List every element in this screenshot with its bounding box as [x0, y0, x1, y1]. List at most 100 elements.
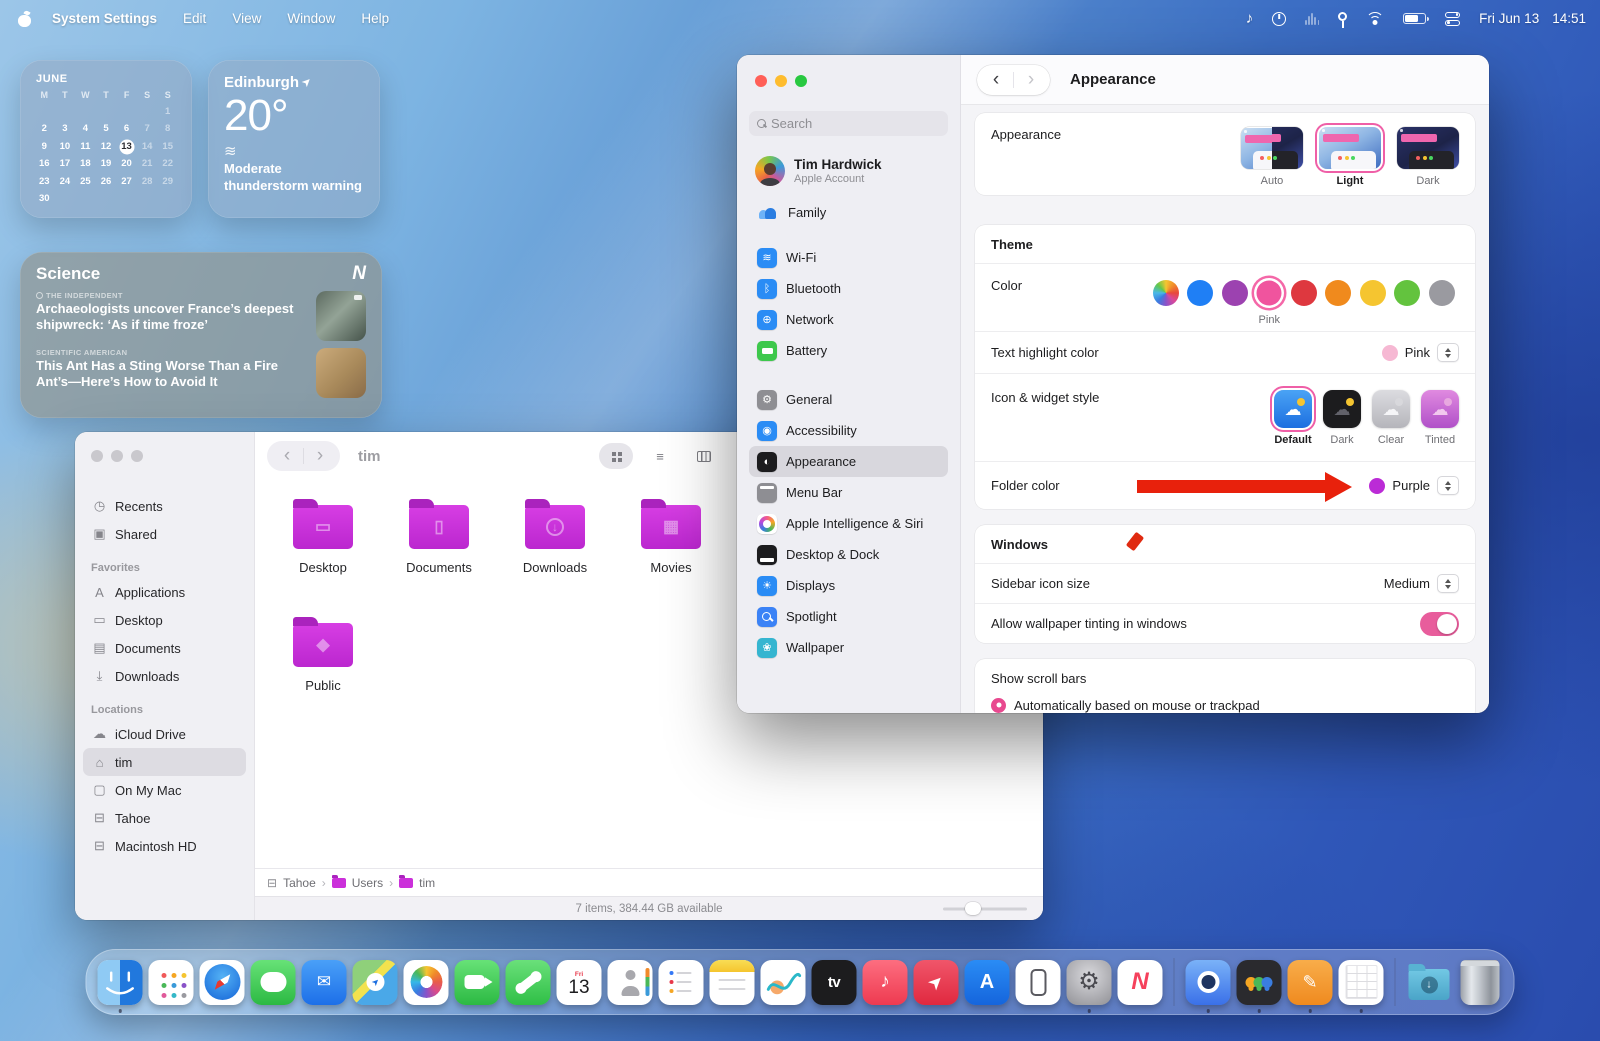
path-segment[interactable]: Tahoe [283, 876, 316, 890]
dock-maps[interactable]: ➤ [352, 959, 398, 1005]
dock-contacts[interactable] [607, 959, 653, 1005]
theme-color-gray[interactable] [1425, 280, 1460, 306]
path-segment[interactable]: tim [419, 876, 435, 890]
theme-color-orange[interactable] [1321, 280, 1356, 306]
sidebar-item-battery[interactable]: Battery [749, 335, 948, 366]
sidebar-item-tim[interactable]: ⌂ tim [83, 748, 246, 776]
icon-style-dark[interactable]: ☁ Dark [1323, 390, 1361, 446]
dock-passwords[interactable] [1236, 959, 1282, 1005]
folder-documents[interactable]: ▯ Documents [381, 488, 497, 606]
sidebar-item-wi-fi[interactable]: ≋ Wi-Fi [749, 242, 948, 273]
icon-style-default[interactable]: ☁ Default [1274, 390, 1312, 446]
sidebar-item-network[interactable]: ⊕ Network [749, 304, 948, 335]
dock-notes[interactable] [709, 959, 755, 1005]
dock-phone[interactable] [505, 959, 551, 1005]
sidebar-item-downloads[interactable]: ⤓ Downloads [83, 662, 246, 690]
menu-help[interactable]: Help [361, 11, 389, 26]
slider-knob[interactable] [964, 902, 981, 915]
theme-color-yellow[interactable] [1356, 280, 1391, 306]
dock-facetime[interactable] [454, 959, 500, 1005]
menu-window[interactable]: Window [287, 11, 335, 26]
dock-grid-doc[interactable] [1338, 959, 1384, 1005]
dock-news[interactable]: N [1117, 959, 1163, 1005]
dock-tv[interactable]: tv [811, 959, 857, 1005]
folder-color-stepper[interactable] [1437, 476, 1459, 495]
search-input[interactable] [771, 116, 940, 131]
sidebar-item-desktop[interactable]: ▭ Desktop [83, 606, 246, 634]
view-grid-button[interactable] [599, 443, 633, 469]
apple-menu-icon[interactable] [18, 11, 32, 27]
settings-search[interactable] [749, 111, 948, 136]
view-list-button[interactable]: ≡ [643, 443, 677, 469]
icon-style-clear[interactable]: ☁ Clear [1372, 390, 1410, 446]
dock-calendar[interactable]: Fri 13 [556, 959, 602, 1005]
sidebar-item-shared[interactable]: ▣ Shared [83, 520, 246, 548]
appearance-mode-auto[interactable]: Auto [1241, 127, 1303, 187]
minimize-button[interactable] [111, 450, 123, 462]
news-story[interactable]: SCIENTIFIC AMERICAN This Ant Has a Sting… [36, 348, 366, 398]
appearance-mode-light[interactable]: Light [1319, 127, 1381, 187]
dock-freeform[interactable] [760, 959, 806, 1005]
sidebar-icon-size-stepper[interactable] [1437, 574, 1459, 593]
menu-edit[interactable]: Edit [183, 11, 206, 26]
forward-button[interactable]: › [304, 442, 336, 470]
theme-color-multicolor[interactable] [1149, 280, 1184, 306]
dock-reminders[interactable] [658, 959, 704, 1005]
dock-pages[interactable]: ✎ [1287, 959, 1333, 1005]
sidebar-item-family[interactable]: Family [751, 200, 946, 224]
music-note-icon[interactable]: ♪ [1246, 10, 1254, 27]
scroll-bars-radio-auto[interactable] [991, 697, 1006, 713]
dock-downloads[interactable]: ↓ [1407, 960, 1452, 1005]
battery-icon[interactable] [1403, 13, 1430, 24]
control-center-icon[interactable] [1445, 11, 1461, 26]
sidebar-item-desktop-dock[interactable]: Desktop & Dock [749, 539, 948, 570]
folder-desktop[interactable]: ▭ Desktop [265, 488, 381, 606]
sidebar-item-documents[interactable]: ▤ Documents [83, 634, 246, 662]
forward-button[interactable]: › [1014, 66, 1048, 94]
sidebar-item-on-my-mac[interactable]: ▢ On My Mac [83, 776, 246, 804]
dock-photos[interactable] [403, 959, 449, 1005]
zoom-button[interactable] [795, 75, 807, 87]
app-menu-title[interactable]: System Settings [52, 11, 157, 26]
wallpaper-tinting-toggle[interactable] [1420, 611, 1459, 636]
menu-view[interactable]: View [232, 11, 261, 26]
dock-mail[interactable]: ✉ [301, 959, 347, 1005]
close-button[interactable] [755, 75, 767, 87]
sidebar-item-bluetooth[interactable]: ᛒ Bluetooth [749, 273, 948, 304]
sidebar-item-tahoe[interactable]: ⊟ Tahoe [83, 804, 246, 832]
sidebar-item-apple-intelligence-siri[interactable]: Apple Intelligence & Siri [749, 508, 948, 539]
close-button[interactable] [91, 450, 103, 462]
sidebar-item-general[interactable]: ⚙ General [749, 384, 948, 415]
sidebar-item-wallpaper[interactable]: ❀ Wallpaper [749, 632, 948, 663]
path-segment[interactable]: Users [352, 876, 383, 890]
sidebar-item-applications[interactable]: A Applications [83, 578, 246, 606]
dock-messages[interactable] [250, 959, 296, 1005]
dock-speaker[interactable] [1185, 959, 1231, 1005]
calendar-widget[interactable]: JUNE M T W T F S S 1 2 3 4 5 6 7 8 9 10 11 12 13 14 15 16 17 18 1… [20, 60, 192, 218]
theme-color-red[interactable] [1287, 280, 1322, 306]
dock-launchpad[interactable] [148, 959, 194, 1005]
theme-color-purple[interactable] [1218, 280, 1253, 306]
menu-bar-date[interactable]: Fri Jun 13 [1479, 11, 1539, 26]
dock-finder[interactable] [97, 959, 143, 1005]
sidebar-item-macintosh-hd[interactable]: ⊟ Macintosh HD [83, 832, 246, 860]
wifi-icon[interactable] [1366, 12, 1385, 25]
folder-movies[interactable]: ▦ Movies [613, 488, 729, 606]
zoom-button[interactable] [131, 450, 143, 462]
back-button[interactable]: ‹ [979, 66, 1013, 94]
dock-trash[interactable] [1458, 959, 1503, 1005]
sidebar-item-appearance[interactable]: ◐ Appearance [749, 446, 948, 477]
icon-size-slider[interactable] [943, 902, 1027, 915]
dock-iphone-mirroring[interactable] [1015, 959, 1061, 1005]
sidebar-item-spotlight[interactable]: Spotlight [749, 601, 948, 632]
back-button[interactable]: ‹ [271, 442, 303, 470]
timer-icon[interactable] [1272, 11, 1287, 26]
folder-downloads[interactable]: ↓ Downloads [497, 488, 613, 606]
icon-style-tinted[interactable]: ☁ Tinted [1421, 390, 1459, 446]
key-icon[interactable] [1338, 12, 1348, 21]
theme-color-blue[interactable] [1183, 280, 1218, 306]
audio-wave-icon[interactable] [1305, 12, 1320, 25]
text-highlight-stepper[interactable] [1437, 343, 1459, 362]
sidebar-item-displays[interactable]: ☀ Displays [749, 570, 948, 601]
sidebar-item-accessibility[interactable]: ◉ Accessibility [749, 415, 948, 446]
